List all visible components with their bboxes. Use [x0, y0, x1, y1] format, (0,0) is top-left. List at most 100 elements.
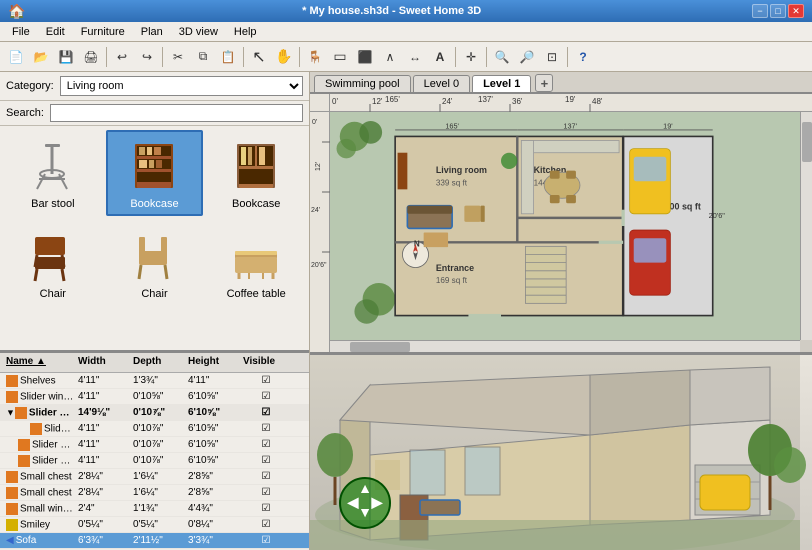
row-visible[interactable]: ☑	[241, 455, 291, 466]
label-button[interactable]: A	[428, 45, 452, 69]
menu-file[interactable]: File	[4, 24, 38, 40]
furniture-item-barstool[interactable]: Bar stool	[4, 130, 102, 216]
hand-button[interactable]: ✋	[272, 45, 296, 69]
maximize-button[interactable]: □	[770, 4, 786, 18]
new-button[interactable]: 📄	[4, 45, 28, 69]
chair2-icon	[119, 226, 189, 286]
dimension-button[interactable]: ↔	[403, 45, 427, 69]
search-input[interactable]	[50, 104, 303, 122]
row-width: 2'8¼"	[76, 487, 131, 498]
row-visible[interactable]: ☑	[241, 503, 291, 514]
row-name: Slider win...	[4, 455, 76, 467]
sep6	[486, 47, 487, 67]
menu-furniture[interactable]: Furniture	[73, 24, 133, 40]
list-row[interactable]: Small chest 2'8¼" 1'6¼" 2'8⅝" ☑	[0, 485, 309, 501]
redo-button[interactable]: ↪	[135, 45, 159, 69]
select-button[interactable]: ↖	[247, 45, 271, 69]
list-row[interactable]: Slider win... 4'11" 0'10⅞" 6'10⅝" ☑	[0, 437, 309, 453]
zoom-out-button[interactable]: 🔎	[515, 45, 539, 69]
row-visible[interactable]: ☑	[241, 519, 291, 530]
add-tab-button[interactable]: +	[535, 74, 553, 92]
list-row-sofa[interactable]: ◀Sofa 6'3¾" 2'11½" 3'3¾" ☑	[0, 533, 309, 549]
col-height[interactable]: Height	[186, 355, 241, 370]
row-icon	[18, 439, 30, 451]
tab-swimming-pool[interactable]: Swimming pool	[314, 75, 411, 92]
furniture-item-bookcase2[interactable]: Bookcase	[207, 130, 305, 216]
row-visible[interactable]: ☑	[241, 535, 291, 546]
list-row[interactable]: Slider win... 4'11" 0'10⅞" 6'10⅝" ☑	[0, 453, 309, 469]
row-width: 4'11"	[76, 423, 131, 434]
row-icon	[6, 391, 18, 403]
compass-button[interactable]: ✛	[459, 45, 483, 69]
row-icon	[6, 519, 18, 531]
zoom-fit-button[interactable]: ⊡	[540, 45, 564, 69]
row-visible[interactable]: ☑	[241, 439, 291, 450]
furniture-item-chair1[interactable]: Chair	[4, 220, 102, 306]
zoom-in-button[interactable]: 🔍	[490, 45, 514, 69]
plan-canvas[interactable]: Living room 339 sq ft Kitchen 144 sq ft …	[330, 112, 800, 340]
undo-button[interactable]: ↩	[110, 45, 134, 69]
tab-level1[interactable]: Level 1	[472, 75, 531, 92]
row-depth: 1'6¼"	[131, 471, 186, 482]
list-row[interactable]: Shelves 4'11" 1'3¾" 4'11" ☑	[0, 373, 309, 389]
svg-text:20'6": 20'6"	[311, 262, 327, 269]
view-3d[interactable]: ▲ ▼ ◀ ▶	[310, 355, 812, 550]
help-button[interactable]: ?	[571, 45, 595, 69]
polyline-button[interactable]: ∧	[378, 45, 402, 69]
paste-button[interactable]: 📋	[216, 45, 240, 69]
main-layout: Category: Living room Bedroom Kitchen Ba…	[0, 72, 812, 550]
menu-plan[interactable]: Plan	[133, 24, 171, 40]
row-name: Small chest	[4, 471, 76, 483]
row-icon	[30, 423, 42, 435]
col-name[interactable]: Name ▲	[4, 355, 76, 370]
furniture-item-chair2[interactable]: Chair	[106, 220, 204, 306]
cut-button[interactable]: ✂	[166, 45, 190, 69]
row-visible[interactable]: ☑	[241, 423, 291, 434]
furniture-item-bookcase1[interactable]: Bookcase	[106, 130, 204, 216]
print-button[interactable]: 🖨	[79, 45, 103, 69]
row-width: 4'11"	[76, 455, 131, 466]
room-button[interactable]: ⬛	[353, 45, 377, 69]
row-width: 0'5¼"	[76, 519, 131, 530]
col-depth[interactable]: Depth	[131, 355, 186, 370]
row-width: 14'9⅛"	[76, 407, 131, 418]
row-visible[interactable]: ☑	[241, 407, 291, 418]
list-row[interactable]: Small chest 2'8¼" 1'6¼" 2'8⅝" ☑	[0, 469, 309, 485]
list-row-group[interactable]: ▼Slider windows 14'9⅛" 0'10⅞" 6'10⅝" ☑	[0, 405, 309, 421]
col-visible[interactable]: Visible	[241, 355, 291, 370]
menu-3dview[interactable]: 3D view	[171, 24, 226, 40]
list-row[interactable]: Small window 2'4" 1'1¾" 4'4¾" ☑	[0, 501, 309, 517]
row-width: 2'8¼"	[76, 471, 131, 482]
copy-button[interactable]: ⧉	[191, 45, 215, 69]
wall-button[interactable]: ▭	[328, 45, 352, 69]
row-visible[interactable]: ☑	[241, 391, 291, 402]
floor-plan[interactable]: 0' 12' 24' 36' 48' 165' 137' 19'	[310, 94, 812, 355]
list-row[interactable]: Slider win... 4'11" 0'10⅞" 6'10⅝" ☑	[0, 421, 309, 437]
row-visible[interactable]: ☑	[241, 375, 291, 386]
row-visible[interactable]: ☑	[241, 487, 291, 498]
tab-level0[interactable]: Level 0	[413, 75, 470, 92]
save-button[interactable]: 💾	[54, 45, 78, 69]
chair2-label: Chair	[141, 288, 167, 300]
scrollbar-horizontal[interactable]	[330, 340, 800, 352]
close-button[interactable]: ✕	[788, 4, 804, 18]
scrollbar-thumb-v[interactable]	[802, 122, 812, 162]
row-visible[interactable]: ☑	[241, 471, 291, 482]
scrollbar-thumb-h[interactable]	[350, 342, 410, 352]
furniture-item-coffee[interactable]: Coffee table	[207, 220, 305, 306]
list-row[interactable]: Smiley 0'5¼" 0'5¼" 0'8¼" ☑	[0, 517, 309, 533]
add-furniture-button[interactable]: 🪑	[303, 45, 327, 69]
col-width[interactable]: Width	[76, 355, 131, 370]
scrollbar-vertical[interactable]	[800, 112, 812, 340]
category-label: Category:	[6, 80, 54, 92]
svg-text:Living room: Living room	[436, 165, 487, 175]
menu-help[interactable]: Help	[226, 24, 265, 40]
list-body[interactable]: Shelves 4'11" 1'3¾" 4'11" ☑ Slider windo…	[0, 373, 309, 550]
category-select[interactable]: Living room Bedroom Kitchen Bathroom Off…	[60, 76, 303, 96]
minimize-button[interactable]: −	[752, 4, 768, 18]
search-row: Search:	[0, 101, 309, 126]
list-row[interactable]: Slider window 4'11" 0'10⅝" 6'10⅝" ☑	[0, 389, 309, 405]
menu-edit[interactable]: Edit	[38, 24, 73, 40]
expand-icon[interactable]: ▼	[6, 407, 15, 417]
open-button[interactable]: 📂	[29, 45, 53, 69]
